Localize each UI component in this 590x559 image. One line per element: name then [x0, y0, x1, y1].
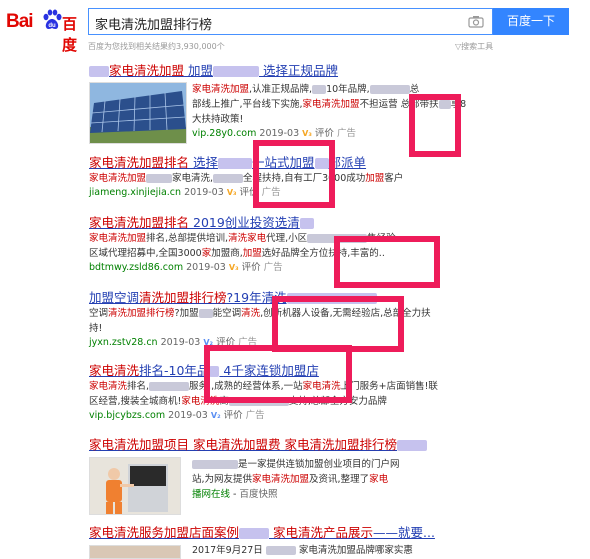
search-tools-label: 搜索工具 — [461, 42, 494, 51]
comment-link[interactable]: 评价 — [315, 128, 334, 139]
result-title[interactable]: 家电清洗服务加盟店面案例 家电清洗产品展示——就要... — [89, 525, 569, 541]
search-input[interactable]: 家电清洗加盟排行榜 — [88, 8, 493, 35]
logo-text: Bai — [6, 11, 34, 32]
redaction — [198, 309, 213, 318]
redaction — [265, 546, 296, 555]
highlight-box — [253, 140, 335, 208]
search-tools-link[interactable]: ▽搜索工具 — [455, 41, 493, 52]
search-result: 家电清洗加盟 加盟 选择正规品牌 — [89, 63, 569, 79]
cleaning-worker-thumbnail[interactable] — [89, 457, 181, 515]
search-result: 家电清洗服务加盟店面案例 家电清洗产品展示——就要... — [89, 525, 569, 541]
redaction — [369, 85, 410, 94]
search-button[interactable]: 百度一下 — [493, 8, 569, 35]
search-query: 家电清洗加盟排行榜 — [95, 18, 213, 33]
result-count-hint: 百度为您找到相关结果约3,930,000个 — [88, 42, 225, 51]
top-bar: Bai du 百度 家电清洗加盟排行榜 百度一下 — [0, 0, 590, 54]
comment-link[interactable]: 评价 — [242, 262, 261, 273]
site-name[interactable]: 播网在线 — [192, 489, 230, 500]
highlight-box — [409, 94, 461, 157]
result-title[interactable]: 家电清洗加盟排名 2019创业投资选清 — [89, 215, 569, 231]
search-result: 家电清洗加盟排名 2019创业投资选清 家电清洗加盟排名,总部提供培训,清洗家电… — [89, 215, 569, 275]
highlight-box — [272, 296, 404, 352]
snapshot-link[interactable]: 百度快照 — [239, 489, 277, 500]
redaction — [312, 85, 327, 94]
redaction — [213, 66, 260, 77]
redaction — [146, 174, 173, 183]
baidu-logo[interactable]: Bai du 百度 — [6, 5, 82, 54]
result-abstract: 是一家提供连锁加盟创业项目的门户网 站,为网友提供家电清洗加盟及资讯,整理了家电… — [192, 459, 400, 500]
v-badge-icon: V₃ — [302, 129, 312, 138]
redaction — [397, 440, 428, 451]
v-badge-icon: V₃ — [226, 188, 237, 197]
result-url[interactable]: bdtmwy.zsld86.com — [89, 262, 183, 273]
search-result: 家电清洗加盟项目 家电清洗加盟费 家电清洗加盟排行榜 — [89, 437, 569, 453]
result-url[interactable]: vip.28y0.com — [192, 128, 256, 139]
solar-panel-thumbnail[interactable] — [89, 82, 187, 144]
ad-label: 广告 — [336, 128, 356, 139]
paw-icon: du — [43, 9, 62, 29]
highlight-box — [334, 236, 440, 288]
redaction — [149, 382, 190, 391]
redaction — [192, 460, 238, 469]
result-url[interactable]: jiameng.xinjiejia.cn — [89, 187, 181, 198]
svg-text:du: du — [48, 23, 56, 29]
redaction — [218, 158, 253, 169]
redaction — [89, 66, 109, 77]
result-abstract: 2017年9月27日 家电清洗加盟品牌哪家实惠 — [192, 545, 413, 556]
redaction — [299, 218, 314, 229]
result-title[interactable]: 家电清洗加盟 加盟 选择正规品牌 — [89, 63, 569, 79]
highlight-box — [204, 345, 352, 403]
camera-icon[interactable] — [468, 15, 484, 28]
redaction — [239, 528, 270, 539]
result-url[interactable]: vip.bjcybzs.com — [89, 410, 165, 421]
redaction — [213, 174, 244, 183]
v-badge-icon: V₂ — [210, 411, 221, 420]
comment-link[interactable]: 评价 — [224, 410, 243, 421]
result-url[interactable]: jyxn.zstv28.cn — [89, 337, 158, 348]
v-badge-icon: V₃ — [228, 263, 239, 272]
result-title[interactable]: 家电清洗加盟项目 家电清洗加盟费 家电清洗加盟排行榜 — [89, 437, 569, 453]
logo-cn: 百度 — [62, 15, 78, 54]
